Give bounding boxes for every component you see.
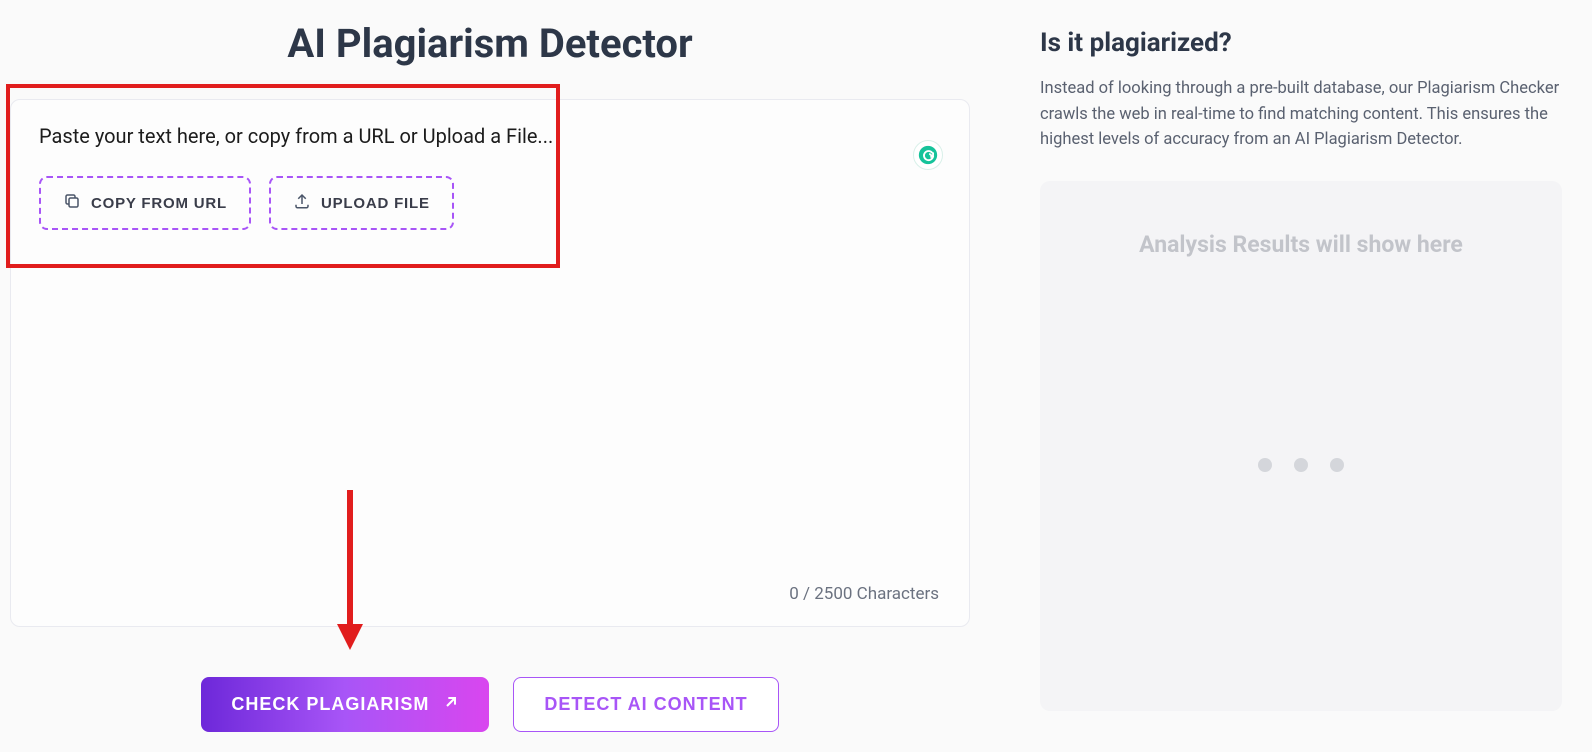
copy-from-url-label: COPY FROM URL [91, 195, 227, 212]
text-input-card[interactable]: Paste your text here, or copy from a URL… [10, 99, 970, 627]
loading-dots-icon [1258, 458, 1344, 472]
page-title: AI Plagiarism Detector [287, 20, 692, 67]
check-plagiarism-label: CHECK PLAGIARISM [231, 694, 429, 715]
sidebar-heading: Is it plagiarized? [1040, 28, 1562, 58]
detect-ai-content-label: DETECT AI CONTENT [544, 694, 747, 715]
detect-ai-content-button[interactable]: DETECT AI CONTENT [513, 677, 778, 732]
character-count: 0 / 2500 Characters [789, 584, 939, 604]
results-placeholder-text: Analysis Results will show here [1139, 231, 1463, 258]
textarea-placeholder[interactable]: Paste your text here, or copy from a URL… [39, 124, 941, 148]
copy-icon [63, 192, 81, 214]
grammarly-icon[interactable] [913, 140, 943, 170]
upload-file-button[interactable]: UPLOAD FILE [269, 176, 454, 230]
sidebar-description: Instead of looking through a pre-built d… [1040, 76, 1562, 153]
copy-from-url-button[interactable]: COPY FROM URL [39, 176, 251, 230]
upload-icon [293, 192, 311, 214]
upload-file-label: UPLOAD FILE [321, 195, 430, 212]
check-plagiarism-button[interactable]: CHECK PLAGIARISM [201, 677, 489, 732]
results-card: Analysis Results will show here [1040, 181, 1562, 711]
arrow-up-right-icon [443, 694, 459, 715]
